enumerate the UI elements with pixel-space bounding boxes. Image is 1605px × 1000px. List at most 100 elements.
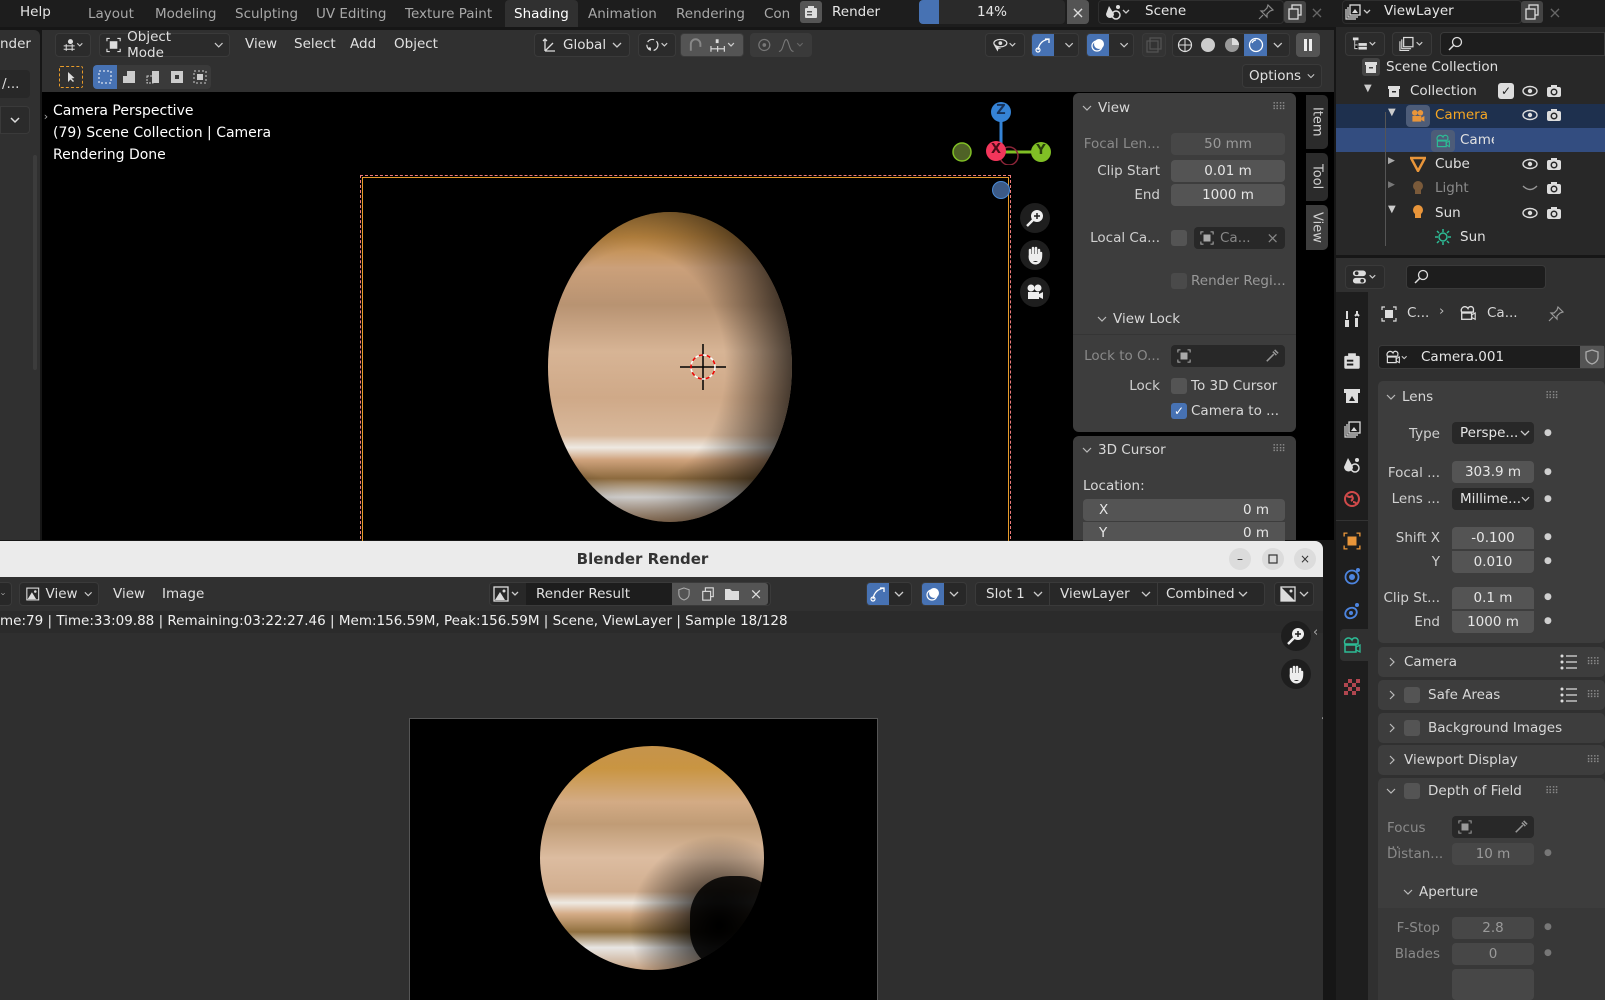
left-strip-field[interactable]: /... xyxy=(0,70,30,98)
editor-type-button[interactable] xyxy=(55,33,91,57)
keyframe-dot-icon[interactable]: ● xyxy=(1544,428,1552,438)
rendered-shading-button[interactable] xyxy=(1243,34,1268,56)
solid-shading-button[interactable] xyxy=(1197,34,1221,56)
editor-type-partial[interactable] xyxy=(0,582,12,606)
transform-orientation-dropdown[interactable]: Global xyxy=(534,33,630,57)
expand-icon[interactable]: ▼ xyxy=(1388,107,1396,118)
snap-toggle[interactable] xyxy=(680,33,744,57)
tab-compositing[interactable]: Con xyxy=(755,0,799,27)
shift-x-field[interactable]: -0.100 xyxy=(1452,527,1534,549)
new-scene-icon[interactable] xyxy=(1284,1,1306,23)
drag-handle-icon[interactable]: ⠿⠿ xyxy=(1545,391,1559,402)
render-region-checkbox[interactable] xyxy=(1171,273,1187,289)
left-strip-scrollbar[interactable] xyxy=(33,155,37,370)
select-intersect-button[interactable] xyxy=(189,65,211,89)
keyframe-dot-icon[interactable]: ● xyxy=(1544,848,1552,858)
options-dropdown[interactable]: Options xyxy=(1242,64,1322,88)
safe-areas-checkbox[interactable] xyxy=(1404,687,1420,703)
clip-end-field[interactable]: 1000 m xyxy=(1171,184,1285,206)
tool-tab-icon[interactable] xyxy=(1340,307,1364,331)
sidebar-expand-icon[interactable]: ‹ xyxy=(1313,625,1318,640)
scene-icon[interactable] xyxy=(1103,3,1133,21)
proportional-editing-toggle[interactable] xyxy=(750,33,812,57)
focus-distance-field[interactable]: 10 m xyxy=(1452,843,1534,865)
scene-name[interactable]: Scene xyxy=(1145,3,1186,19)
xray-toggle[interactable] xyxy=(1142,33,1166,57)
clip-start-field[interactable]: 0.01 m xyxy=(1171,160,1285,182)
render-visibility-icon[interactable] xyxy=(1545,156,1563,172)
scene-tab-icon[interactable] xyxy=(1340,453,1364,477)
keyframe-dot-icon[interactable]: ● xyxy=(1544,592,1552,602)
slot-dropdown[interactable]: Slot 1 xyxy=(976,583,1050,605)
side-tab-item[interactable]: Item xyxy=(1306,95,1328,149)
pan-image-button[interactable] xyxy=(1281,659,1311,689)
expand-icon[interactable]: ▼ xyxy=(1388,204,1396,215)
menu-image[interactable]: Image xyxy=(162,586,204,602)
fstop-field[interactable]: 2.8 xyxy=(1452,917,1534,939)
lens-unit-dropdown[interactable]: Millime... xyxy=(1452,488,1534,510)
side-tab-view[interactable]: View xyxy=(1306,205,1328,250)
keyframe-dot-icon[interactable]: ● xyxy=(1544,494,1552,504)
select-invert-button[interactable] xyxy=(165,65,189,89)
datablock-name[interactable]: Camera.001 xyxy=(1421,349,1504,365)
keyframe-dot-icon[interactable]: ● xyxy=(1544,556,1552,566)
side-tab-tool[interactable]: Tool xyxy=(1306,153,1328,201)
eye-icon[interactable] xyxy=(1521,83,1539,99)
focal-length-field[interactable]: 303.9 m xyxy=(1452,461,1534,483)
material-preview-button[interactable] xyxy=(1220,34,1244,56)
properties-editor-type[interactable] xyxy=(1345,265,1385,289)
gizmo-toggle[interactable] xyxy=(866,582,912,606)
local-camera-checkbox[interactable] xyxy=(1171,230,1187,246)
lens-type-dropdown[interactable]: Perspe... xyxy=(1452,422,1534,444)
outliner-row-sun[interactable] xyxy=(1336,201,1605,225)
expand-icon[interactable]: ▶ xyxy=(1388,156,1395,166)
fake-user-button[interactable] xyxy=(1580,346,1604,368)
expand-icon[interactable]: ▶ xyxy=(1388,180,1395,190)
output-tab-icon[interactable] xyxy=(1340,384,1364,408)
tweak-tool-icon[interactable] xyxy=(59,66,83,88)
selectability-dropdown[interactable] xyxy=(985,33,1025,57)
tab-rendering[interactable]: Rendering xyxy=(667,0,754,27)
drag-handle-icon[interactable]: ⠿⠿ xyxy=(1586,657,1600,668)
keyframe-dot-icon[interactable]: ● xyxy=(1544,948,1552,958)
3d-cursor-header[interactable]: 3D Cursor xyxy=(1082,442,1166,458)
texture-tab-icon[interactable] xyxy=(1340,675,1364,699)
drag-handle-icon[interactable]: ⠿⠿ xyxy=(1545,786,1559,797)
outliner-filter-view-layer[interactable] xyxy=(1392,32,1432,56)
outliner-search[interactable] xyxy=(1440,32,1605,56)
background-images-panel-header[interactable]: Background Images xyxy=(1378,713,1605,743)
focal-length-field[interactable]: 50 mm xyxy=(1171,133,1285,155)
viewport-display-panel-header[interactable]: Viewport Display ⠿⠿ xyxy=(1378,745,1605,775)
delete-scene-icon[interactable]: × xyxy=(1308,3,1326,22)
render-visibility-icon[interactable] xyxy=(1545,180,1563,196)
pause-render-button[interactable] xyxy=(1296,33,1320,57)
lock-to-object-field[interactable] xyxy=(1171,345,1285,367)
collection-exclude-checkbox[interactable]: ✓ xyxy=(1498,83,1514,99)
view-layer-dropdown[interactable]: ViewLayer xyxy=(1050,583,1158,605)
eye-closed-icon[interactable] xyxy=(1521,180,1539,196)
render-icon[interactable] xyxy=(800,1,822,23)
outliner-display-mode[interactable] xyxy=(1345,32,1385,56)
keyframe-dot-icon[interactable]: ● xyxy=(1544,922,1552,932)
clear-icon[interactable]: × xyxy=(1266,227,1279,249)
camera-to-view-checkbox[interactable]: ✓ xyxy=(1171,403,1187,419)
keyframe-dot-icon[interactable]: ● xyxy=(1544,532,1552,542)
pivot-point-dropdown[interactable] xyxy=(638,33,676,57)
left-strip-dropdown[interactable] xyxy=(0,106,30,134)
drag-handle-icon[interactable]: ⠿⠿ xyxy=(1586,690,1600,701)
rotation-field[interactable] xyxy=(1452,969,1534,1000)
depth-of-field-header[interactable]: Depth of Field xyxy=(1386,783,1522,799)
overlays-toggle[interactable] xyxy=(921,582,967,606)
render-visibility-icon[interactable] xyxy=(1545,205,1563,221)
camera-data-tab-icon[interactable] xyxy=(1340,633,1364,657)
fake-user-button[interactable] xyxy=(672,583,696,605)
image-browse-button[interactable] xyxy=(490,583,526,605)
physics-tab-icon[interactable] xyxy=(1340,564,1364,588)
overlays-toggle[interactable] xyxy=(1086,33,1134,57)
new-image-button[interactable] xyxy=(696,583,720,605)
drag-handle-icon[interactable]: ⠿⠿ xyxy=(1586,755,1600,766)
render-visibility-icon[interactable] xyxy=(1545,107,1563,123)
properties-search[interactable] xyxy=(1406,265,1546,289)
mode-dropdown[interactable]: Object Mode xyxy=(99,29,230,61)
image-name-field[interactable]: Render Result xyxy=(526,583,672,605)
